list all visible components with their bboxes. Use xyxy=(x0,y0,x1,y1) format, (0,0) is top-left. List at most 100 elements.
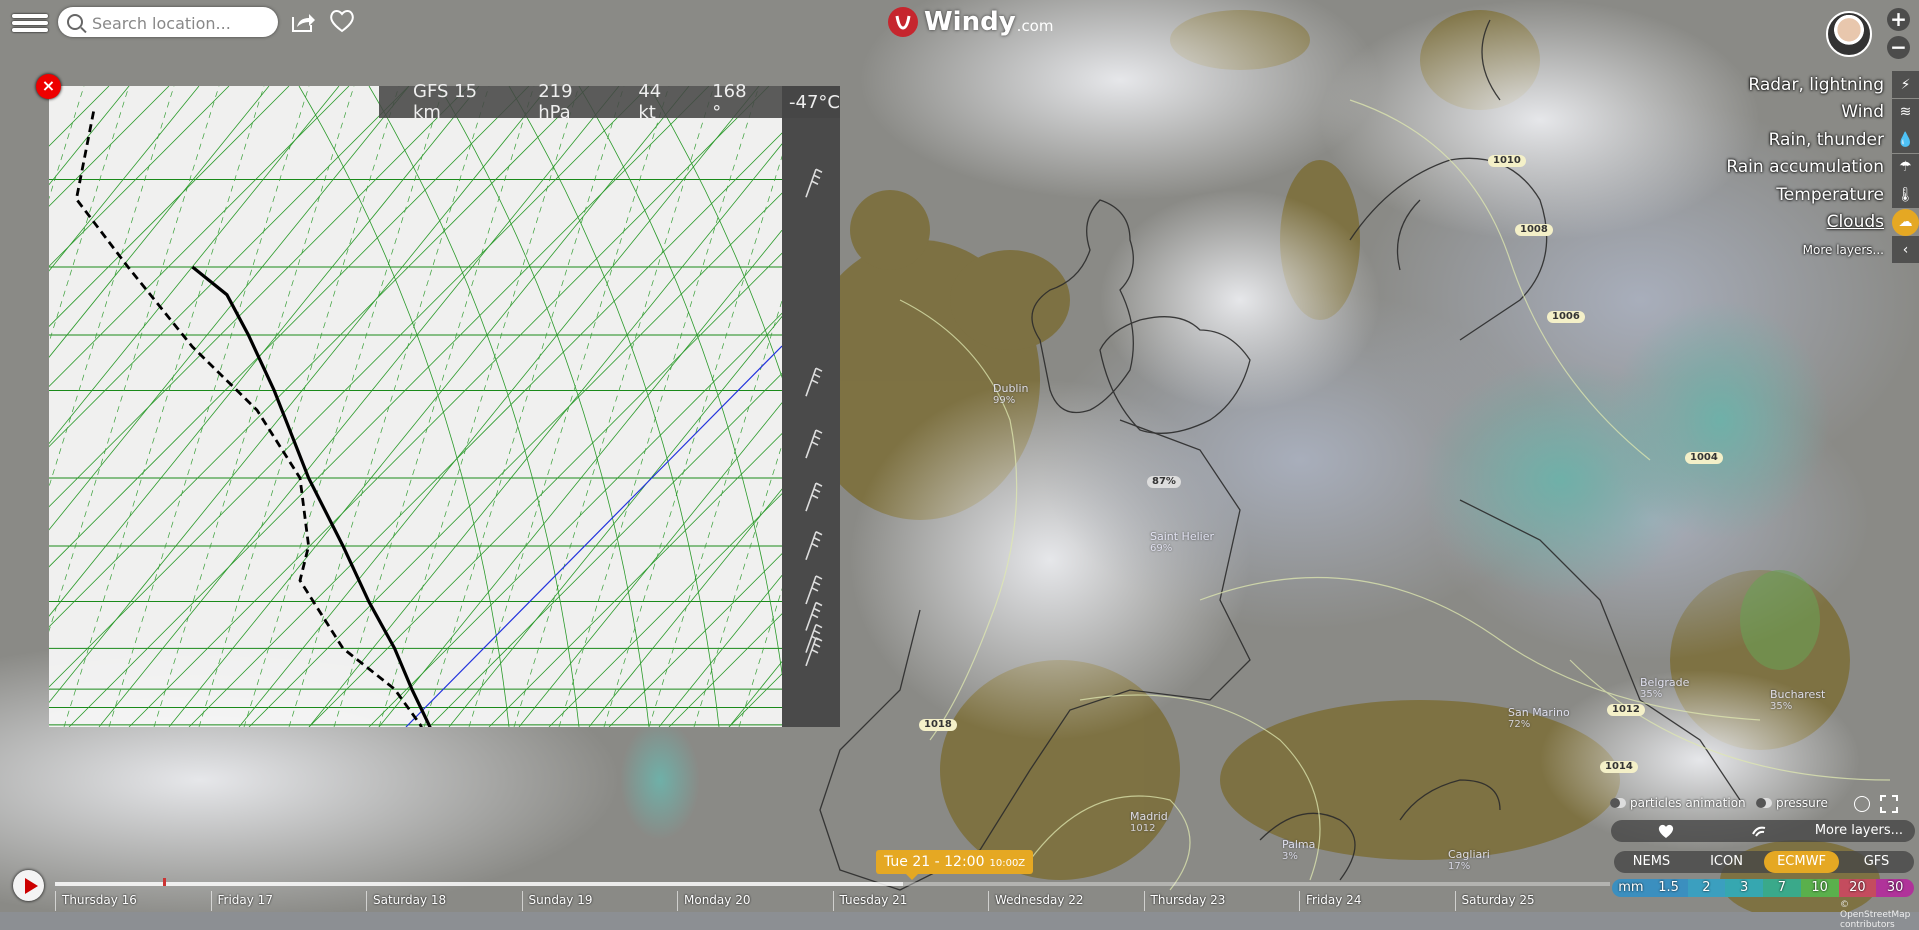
isotherm-line xyxy=(668,613,782,727)
sounding-info-bar: GFS 15 km 219 hPa 44 kt 168 ° -47°C xyxy=(379,81,840,123)
windy-logo[interactable]: Windy .com xyxy=(888,6,1053,38)
cloud-icon: ☁ xyxy=(1892,208,1919,236)
toggle-switch-icon xyxy=(1610,798,1626,808)
sounding-panel[interactable]: GFS 15 km 219 hPa 44 kt 168 ° -47°C xyxy=(49,81,840,727)
particles-animation-toggle[interactable]: particles animation xyxy=(1610,796,1746,810)
search-input[interactable] xyxy=(90,11,274,35)
timeline-progress xyxy=(55,882,903,886)
isotherm-line xyxy=(308,252,782,727)
mixing-ratio-line xyxy=(198,86,400,727)
model-nems[interactable]: NEMS xyxy=(1614,851,1689,873)
city-label-madrid: Madrid 1012 xyxy=(1130,810,1168,834)
model-selector: NEMS ICON ECMWF GFS xyxy=(1614,851,1914,873)
clock-icon[interactable] xyxy=(1854,796,1870,812)
current-time-badge[interactable]: Tue 21 - 12:00 10:00Z xyxy=(876,850,1034,880)
wind-barb xyxy=(805,168,823,198)
timeline-day[interactable]: Thursday 16 xyxy=(55,891,137,911)
timeline-day[interactable]: Monday 20 xyxy=(677,891,750,911)
mixing-ratio-line xyxy=(49,86,175,488)
isobar-label: 1008 xyxy=(1515,224,1553,236)
mixing-ratio-line xyxy=(378,86,580,727)
wind-barb xyxy=(805,623,823,653)
layer-menu: Radar, lightning ⚡ Wind ≋ Rain, thunder … xyxy=(1659,71,1919,264)
isobar-label: 1012 xyxy=(1607,704,1645,716)
menu-button[interactable] xyxy=(12,11,48,41)
dry-adiabat-line xyxy=(658,574,782,727)
skew-t-grid xyxy=(49,86,782,727)
skew-t-diagram[interactable] xyxy=(49,86,782,727)
timeline-day[interactable]: Saturday 18 xyxy=(366,891,446,911)
wind-barb xyxy=(805,637,823,667)
map-toggles: particles animation pressure xyxy=(1610,795,1915,814)
zoom-in-button[interactable]: + xyxy=(1887,8,1910,31)
toggle-switch-icon xyxy=(1756,798,1772,808)
timeline-day[interactable]: Sunday 19 xyxy=(521,891,592,911)
mixing-ratio-line xyxy=(63,86,265,727)
close-sounding-button[interactable]: × xyxy=(36,74,61,99)
dry-adiabat-line xyxy=(49,86,480,617)
timeline-day[interactable]: Tuesday 21 xyxy=(832,891,907,911)
timeline-track[interactable] xyxy=(55,878,1610,886)
mixing-ratio-line xyxy=(243,86,445,727)
isobar-label: 1010 xyxy=(1488,155,1526,167)
mixing-ratio-line xyxy=(333,86,535,727)
layer-rain-accumulation[interactable]: Rain accumulation ☂ xyxy=(1659,153,1919,182)
layer-label: Wind xyxy=(1841,102,1884,123)
sounding-wind-direction: 168 ° xyxy=(712,81,747,123)
legend-item: 10 xyxy=(1800,879,1839,897)
windy-logo-icon xyxy=(888,7,918,37)
city-label-san-marino: San Marino 72% xyxy=(1508,706,1570,730)
timeline-day[interactable]: Friday 24 xyxy=(1299,891,1361,911)
isotherm-line xyxy=(368,312,782,727)
fullscreen-icon[interactable] xyxy=(1880,795,1898,813)
layer-clouds[interactable]: Clouds ☁ xyxy=(1659,208,1919,237)
isotherm-line xyxy=(188,132,782,727)
dry-adiabat-line xyxy=(588,488,782,727)
current-time-utc: 10:00Z xyxy=(989,858,1026,869)
legend-item: 30 xyxy=(1876,879,1914,897)
favorites-bar: More layers... xyxy=(1611,820,1915,842)
current-time: Tue 21 - 12:00 xyxy=(884,854,985,870)
wind-barbs-column xyxy=(782,86,840,727)
layer-radar-lightning[interactable]: Radar, lightning ⚡ xyxy=(1659,71,1919,99)
pressure-toggle[interactable]: pressure xyxy=(1756,796,1828,810)
timeline-day[interactable]: Saturday 25 xyxy=(1454,891,1535,911)
wave-icon[interactable] xyxy=(1751,822,1769,840)
timeline-day[interactable]: Wednesday 22 xyxy=(988,891,1084,911)
layer-wind[interactable]: Wind ≋ xyxy=(1659,98,1919,127)
more-layers-link[interactable]: More layers... xyxy=(1815,823,1903,838)
isobar-label: 1004 xyxy=(1685,452,1723,464)
more-layers-toggle[interactable]: More layers... ‹ xyxy=(1659,236,1919,264)
play-button[interactable] xyxy=(13,870,44,901)
city-label-bucharest: Bucharest 35% xyxy=(1770,688,1826,712)
city-label-cagliari: Cagliari 17% xyxy=(1448,848,1490,872)
search-box[interactable] xyxy=(58,7,278,37)
model-ecmwf[interactable]: ECMWF xyxy=(1764,851,1839,873)
dry-adiabat-line xyxy=(168,86,690,727)
mixing-ratio-line xyxy=(603,155,782,727)
city-label-dublin: Dublin 99% xyxy=(993,382,1029,406)
sounding-model: GFS 15 km xyxy=(413,81,478,123)
share-icon[interactable] xyxy=(291,11,315,33)
mixing-ratio-line xyxy=(288,86,490,727)
timeline-day[interactable]: Thursday 23 xyxy=(1143,891,1225,911)
layer-label: Temperature xyxy=(1776,184,1884,205)
layer-rain-thunder[interactable]: Rain, thunder 💧 xyxy=(1659,126,1919,154)
dry-adiabat-line xyxy=(98,86,620,727)
isobar-label: 1006 xyxy=(1547,311,1585,323)
user-avatar[interactable] xyxy=(1826,11,1872,57)
mixing-ratio-line xyxy=(558,86,760,727)
heart-icon[interactable] xyxy=(1657,822,1675,840)
isotherm-line xyxy=(428,372,782,727)
legend-unit: mm xyxy=(1612,879,1650,897)
wind-barb xyxy=(805,482,823,512)
zoom-out-button[interactable]: − xyxy=(1887,36,1910,59)
rain-legend: mm 1.5 2 3 7 10 20 30 xyxy=(1612,879,1914,897)
timeline-days: Thursday 16 Friday 17 Saturday 18 Sunday 19… xyxy=(55,891,1610,911)
menu-icon xyxy=(12,14,48,18)
model-icon[interactable]: ICON xyxy=(1689,851,1764,873)
layer-temperature[interactable]: Temperature 🌡 xyxy=(1659,181,1919,209)
favorite-heart-icon[interactable] xyxy=(329,9,355,33)
timeline-day[interactable]: Friday 17 xyxy=(210,891,273,911)
model-gfs[interactable]: GFS xyxy=(1839,851,1914,873)
